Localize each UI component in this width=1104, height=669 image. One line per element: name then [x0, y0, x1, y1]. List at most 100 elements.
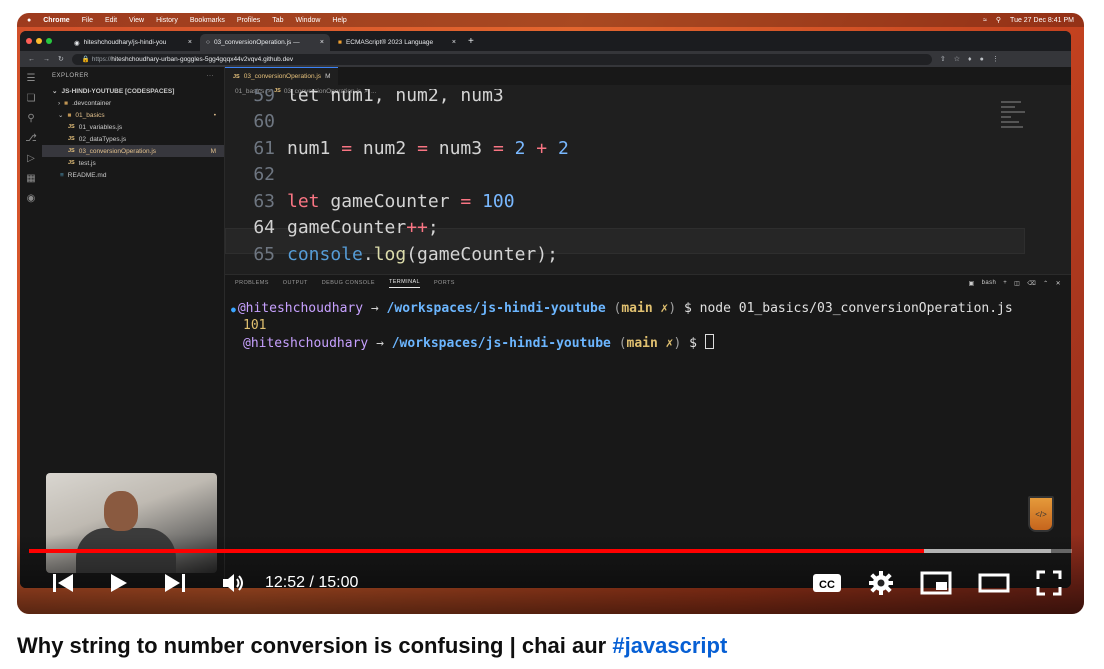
bookmark-star-icon[interactable]: ☆	[954, 55, 960, 63]
volume-icon[interactable]	[221, 572, 247, 594]
code-line-current[interactable]: 64 gameCounter++;	[225, 214, 438, 240]
settings-icon[interactable]	[868, 570, 894, 596]
chrome-menu-icon[interactable]: ⋮	[992, 55, 999, 63]
menubar-profiles[interactable]: Profiles	[237, 17, 260, 24]
share-icon[interactable]: ⇧	[940, 55, 946, 63]
code-editor[interactable]: 59 let num1, num2, num3 60 61 num1 = num…	[225, 89, 1025, 274]
add-terminal-icon[interactable]: +	[1003, 280, 1007, 287]
theater-icon[interactable]	[978, 572, 1010, 594]
chevron-up-icon[interactable]: ⌃	[1043, 280, 1048, 287]
miniplayer-icon[interactable]	[920, 571, 952, 595]
minimap[interactable]	[1001, 101, 1031, 161]
tree-item-file-selected[interactable]: JS 03_conversionOperation.js M	[42, 145, 224, 157]
new-tab-button[interactable]: +	[468, 36, 474, 47]
terminal-shell-label[interactable]: bash	[982, 280, 997, 287]
menubar-tab[interactable]: Tab	[272, 17, 283, 24]
lock-icon: 🔒	[81, 56, 92, 63]
tree-item-01-basics[interactable]: ⌄ ■ 01_basics •	[42, 109, 224, 121]
next-icon[interactable]	[163, 572, 187, 594]
menubar-window[interactable]: Window	[296, 17, 321, 24]
terminal-shell-icon[interactable]: ▣	[969, 280, 975, 287]
previous-icon[interactable]	[51, 572, 75, 594]
terminal-bullet-icon: ●	[231, 305, 236, 314]
trash-icon[interactable]: ⌫	[1027, 280, 1036, 287]
tab-output[interactable]: OUTPUT	[283, 280, 308, 286]
close-tab-icon[interactable]: ×	[188, 39, 192, 46]
captions-icon[interactable]: CC	[812, 572, 842, 594]
code-line[interactable]: 59 let num1, num2, num3	[225, 89, 503, 108]
tree-item-readme[interactable]: ≡ README.md	[42, 169, 224, 181]
split-terminal-icon[interactable]: ◫	[1014, 280, 1020, 287]
github-icon: ◉	[74, 39, 80, 47]
menu-icon[interactable]: ☰	[27, 73, 36, 84]
back-icon[interactable]: ←	[28, 56, 35, 63]
line-number: 59	[253, 89, 275, 106]
tree-item-devcontainer[interactable]: › ■ .devcontainer	[42, 97, 224, 109]
captions-label: CC	[819, 579, 835, 591]
reload-icon[interactable]: ↻	[58, 55, 64, 63]
code-line[interactable]: 62	[225, 161, 287, 187]
codespace-icon: ○	[206, 39, 210, 46]
video-title-hashtag[interactable]: #javascript	[612, 633, 727, 658]
code-line[interactable]: 63 let gameCounter = 100	[225, 188, 514, 214]
code-line[interactable]: 60	[225, 108, 287, 134]
menubar-view[interactable]: View	[129, 17, 144, 24]
more-icon[interactable]: ···	[207, 73, 215, 79]
explorer-icon[interactable]: ❏	[27, 93, 36, 104]
tree-item-file[interactable]: JS test.js	[42, 157, 224, 169]
progress-bar[interactable]	[29, 549, 1072, 553]
minimize-window-icon[interactable]	[36, 38, 42, 44]
menubar-edit[interactable]: Edit	[105, 17, 117, 24]
github-icon[interactable]: ◉	[27, 193, 36, 204]
terminal-line: @hiteshchoudhary → /workspaces/js-hindi-…	[231, 334, 1013, 352]
editor-tab[interactable]: JS 03_conversionOperation.js M	[225, 67, 339, 85]
tree-item-file[interactable]: JS 02_dataTypes.js	[42, 133, 224, 145]
wifi-icon[interactable]: ≈	[983, 17, 987, 24]
search-icon[interactable]: ⚲	[996, 16, 1001, 24]
menubar-datetime[interactable]: Tue 27 Dec 8:41 PM	[1010, 17, 1074, 24]
tree-root[interactable]: ⌄ JS-HINDI-YOUTUBE [CODESPACES]	[42, 85, 224, 97]
apple-icon[interactable]: ●	[27, 17, 31, 24]
js-file-icon: JS	[68, 160, 75, 166]
folder-icon: ■	[64, 99, 69, 107]
chevron-right-icon: ›	[58, 99, 61, 107]
menubar-app[interactable]: Chrome	[43, 17, 69, 24]
profile-icon[interactable]: ●	[980, 56, 984, 63]
tab-problems[interactable]: PROBLEMS	[235, 280, 269, 286]
terminal-output[interactable]: ● @hiteshchoudhary → /workspaces/js-hindi…	[231, 301, 1013, 352]
source-control-icon[interactable]: ⎇	[25, 133, 37, 144]
browser-tab-ecmascript[interactable]: ■ ECMAScript® 2023 Language ×	[332, 34, 462, 51]
forward-icon[interactable]: →	[43, 56, 50, 63]
tab-ports[interactable]: PORTS	[434, 280, 455, 286]
close-icon[interactable]: ✕	[1056, 280, 1061, 287]
address-bar[interactable]: 🔒 https:// hiteshchoudhary-urban-goggles…	[71, 53, 932, 65]
video-player[interactable]: ● Chrome File Edit View History Bookmark…	[17, 13, 1084, 614]
fullscreen-icon[interactable]	[1036, 570, 1062, 596]
browser-tab-github[interactable]: ◉ hiteshchoudhary/js-hindi-you ×	[68, 34, 198, 51]
tree-label: .devcontainer	[72, 99, 112, 107]
played-bar	[29, 549, 924, 553]
close-window-icon[interactable]	[26, 38, 32, 44]
play-icon[interactable]	[109, 572, 129, 594]
tab-terminal[interactable]: TERMINAL	[388, 279, 420, 288]
maximize-window-icon[interactable]	[46, 38, 52, 44]
browser-tab-codespace[interactable]: ○ 03_conversionOperation.js — ×	[200, 34, 330, 51]
tab-debug-console[interactable]: DEBUG CONSOLE	[322, 280, 375, 286]
menubar-file[interactable]: File	[82, 17, 93, 24]
close-tab-icon[interactable]: ×	[452, 39, 456, 46]
extensions-icon[interactable]: ♦	[968, 56, 972, 63]
folder-open-icon: ■	[67, 111, 72, 119]
chai-logo-icon: </>	[1028, 496, 1054, 532]
menubar-help[interactable]: Help	[332, 17, 346, 24]
code-line[interactable]: 65 console.log(gameCounter);	[225, 241, 558, 267]
run-debug-icon[interactable]: ▷	[27, 153, 35, 164]
extensions-icon[interactable]: ▦	[26, 173, 35, 184]
code-line[interactable]: 61 num1 = num2 = num3 = 2 + 2	[225, 135, 569, 161]
terminal-arrow: →	[376, 336, 384, 351]
tree-item-file[interactable]: JS 01_variables.js	[42, 121, 224, 133]
menubar-bookmarks[interactable]: Bookmarks	[190, 17, 225, 24]
search-icon[interactable]: ⚲	[27, 113, 34, 124]
close-tab-icon[interactable]: ×	[320, 39, 324, 46]
chevron-down-icon: ⌄	[58, 112, 64, 119]
menubar-history[interactable]: History	[156, 17, 178, 24]
